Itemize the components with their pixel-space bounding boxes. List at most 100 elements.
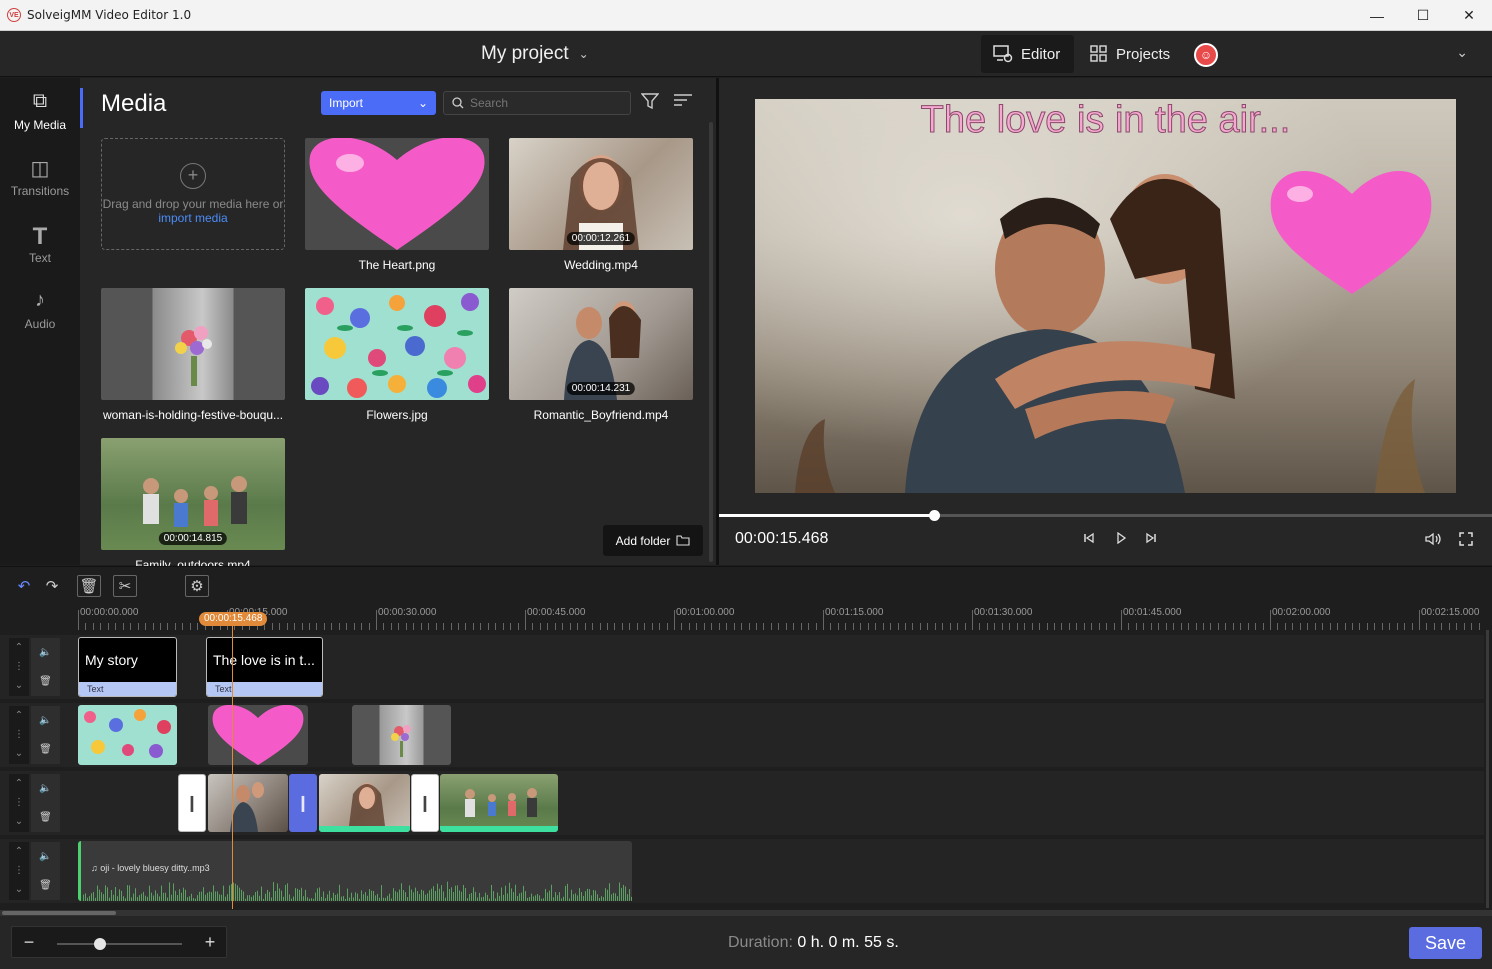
- search-box[interactable]: [443, 91, 631, 115]
- split-icon[interactable]: ✂: [113, 575, 137, 597]
- video-preview[interactable]: The love is in the air...: [755, 99, 1456, 493]
- play-icon[interactable]: [1115, 531, 1127, 547]
- waveform-bar: [151, 892, 152, 901]
- waveform-bar: [103, 894, 104, 901]
- avatar[interactable]: ☺: [1194, 43, 1218, 67]
- step-back-icon[interactable]: [1083, 532, 1095, 547]
- ruler-tick: [376, 610, 377, 630]
- waveform-bar: [621, 887, 622, 901]
- ruler-label: 00:01:45.000: [1123, 607, 1182, 618]
- delete-icon[interactable]: 🗑: [77, 575, 101, 597]
- waveform-bar: [353, 897, 354, 901]
- delete-icon[interactable]: 🗑: [39, 880, 52, 891]
- track-grip-icon[interactable]: ⌃ ⋮ ⌄: [9, 706, 29, 764]
- fullscreen-icon[interactable]: [1459, 532, 1473, 549]
- waveform-bar: [273, 882, 274, 901]
- search-input[interactable]: [470, 96, 620, 110]
- project-title: My project: [481, 43, 569, 64]
- waveform-bar: [129, 885, 130, 901]
- delete-icon[interactable]: 🗑: [39, 744, 52, 755]
- zoom-in-button[interactable]: +: [196, 932, 224, 954]
- transition-clip-selected[interactable]: ❙: [289, 774, 317, 832]
- track-grip-icon[interactable]: ⌃ ⋮ ⌄: [9, 638, 29, 696]
- save-button[interactable]: Save: [1409, 927, 1482, 959]
- add-folder-button[interactable]: Add folder: [603, 525, 703, 556]
- waveform-bar: [535, 895, 536, 901]
- nav-item-transitions[interactable]: ◫ Transitions: [0, 156, 80, 198]
- text-clip[interactable]: The love is in t... Text: [206, 637, 323, 697]
- nav-item-text[interactable]: T Text: [0, 223, 80, 265]
- transition-clip[interactable]: ❙: [411, 774, 439, 832]
- video-clip-romantic-boyfriend[interactable]: [208, 774, 288, 832]
- project-title-dropdown[interactable]: My project ⌄: [481, 43, 589, 65]
- media-item[interactable]: 00:00:12.261 Wedding.mp4: [509, 138, 693, 272]
- preview-scrubber[interactable]: [719, 510, 1492, 521]
- track-grip-icon[interactable]: ⌃ ⋮ ⌄: [9, 842, 29, 900]
- image-clip-flowers[interactable]: [78, 705, 177, 765]
- timeline-vertical-scrollbar[interactable]: [1486, 630, 1489, 908]
- step-forward-icon[interactable]: [1145, 532, 1157, 547]
- import-media-link[interactable]: import media: [158, 211, 227, 225]
- tab-projects[interactable]: Projects: [1078, 35, 1182, 73]
- zoom-slider-track[interactable]: [57, 943, 182, 945]
- scrubber-knob[interactable]: [928, 510, 940, 521]
- nav-item-my-media[interactable]: ⧉ My Media: [0, 90, 80, 132]
- media-item[interactable]: The Heart.png: [305, 138, 489, 272]
- app-header: My project ⌄ Editor Projects ☺ ⌄: [0, 31, 1492, 77]
- transition-clip[interactable]: ❙: [178, 774, 206, 832]
- waveform-bar: [389, 893, 390, 901]
- video-clip-wedding[interactable]: [319, 774, 410, 832]
- track-grip-icon[interactable]: ⌃ ⋮ ⌄: [9, 774, 29, 832]
- delete-icon[interactable]: 🗑: [39, 812, 52, 823]
- sort-icon[interactable]: [673, 92, 693, 111]
- add-folder-label: Add folder: [615, 533, 671, 548]
- playhead-line[interactable]: [232, 626, 233, 909]
- settings-icon[interactable]: ⚙: [185, 575, 209, 597]
- minimize-button[interactable]: —: [1354, 0, 1400, 31]
- delete-icon[interactable]: 🗑: [39, 676, 52, 687]
- waveform-bar: [603, 897, 604, 901]
- close-button[interactable]: ✕: [1446, 0, 1492, 31]
- text-clip[interactable]: My story Text: [78, 637, 177, 697]
- mute-icon[interactable]: 🔈: [39, 647, 51, 658]
- volume-icon[interactable]: [1425, 532, 1443, 549]
- zoom-slider-knob[interactable]: [94, 938, 106, 950]
- ruler-tick: [1337, 623, 1339, 630]
- nav-item-label: Text: [28, 251, 51, 265]
- media-scrollbar[interactable]: [709, 122, 713, 562]
- chevron-down-icon[interactable]: ⌄: [1456, 44, 1468, 61]
- waveform-bar: [339, 884, 340, 901]
- import-button[interactable]: Import ⌄: [321, 91, 436, 115]
- mute-icon[interactable]: 🔈: [39, 851, 51, 862]
- ruler-tick: [636, 623, 638, 630]
- zoom-out-button[interactable]: −: [15, 932, 43, 954]
- image-clip-heart[interactable]: [208, 705, 308, 765]
- playhead-timecode[interactable]: 00:00:15.468: [199, 612, 268, 626]
- media-item[interactable]: 00:00:14.815 Family_outdoors.mp4: [101, 438, 285, 572]
- tab-editor[interactable]: Editor: [981, 35, 1074, 73]
- ruler-tick: [1411, 623, 1413, 630]
- maximize-button[interactable]: ☐: [1400, 0, 1446, 31]
- dropzone-text: Drag and drop your media here or: [102, 197, 284, 211]
- ruler-tick: [1314, 623, 1316, 630]
- media-item[interactable]: 00:00:14.231 Romantic_Boyfriend.mp4: [509, 288, 693, 422]
- nav-item-audio[interactable]: ♪ Audio: [0, 289, 80, 331]
- image-clip-bouquet[interactable]: [352, 705, 451, 765]
- ruler-tick: [398, 623, 400, 630]
- media-dropzone[interactable]: + Drag and drop your media here or impor…: [101, 138, 285, 250]
- filter-icon[interactable]: [640, 93, 660, 114]
- audio-clip[interactable]: ♫ oji - lovely bluesy ditty..mp3: [78, 841, 632, 901]
- media-item[interactable]: woman-is-holding-festive-bouqu...: [101, 288, 285, 422]
- scrollbar-thumb[interactable]: [2, 911, 116, 915]
- waveform-bar: [615, 893, 616, 901]
- ruler-tick: [1098, 623, 1100, 630]
- redo-icon[interactable]: ↷: [40, 575, 64, 597]
- undo-icon[interactable]: ↶: [12, 575, 36, 597]
- ruler-tick: [428, 623, 430, 630]
- waveform-bar: [247, 895, 248, 901]
- media-item[interactable]: Flowers.jpg: [305, 288, 489, 422]
- video-clip-family-outdoors[interactable]: [440, 774, 558, 832]
- mute-icon[interactable]: 🔈: [39, 715, 51, 726]
- waveform-bar: [551, 884, 552, 901]
- mute-icon[interactable]: 🔈: [39, 783, 51, 794]
